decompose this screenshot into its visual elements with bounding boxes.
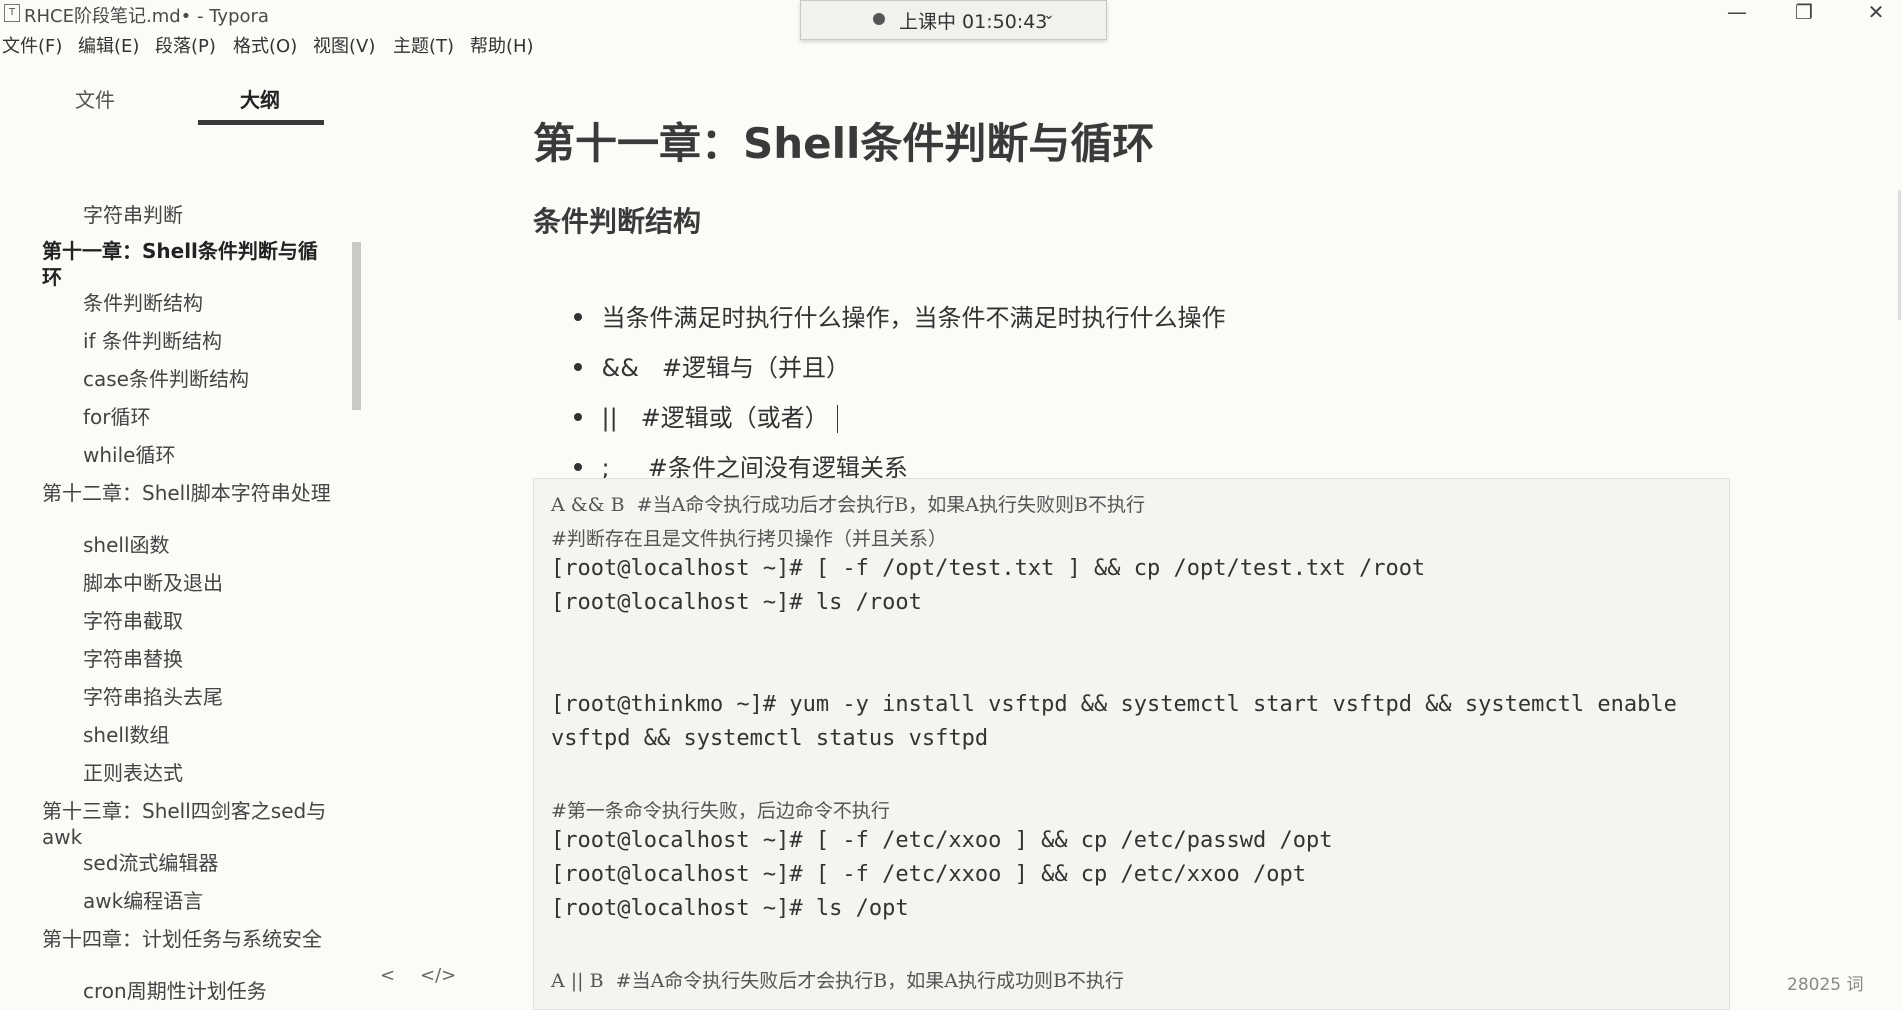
code-line: A || B #当A命令执行失败后才会执行B，如果A执行成功则B不执行: [551, 970, 1124, 992]
code-line: [root@localhost ~]# [ -f /etc/xxoo ] && …: [551, 828, 1333, 853]
minimize-button[interactable]: —: [1707, 0, 1767, 26]
word-count[interactable]: 28025 词: [1787, 970, 1863, 995]
heading-2[interactable]: 条件判断结构: [533, 200, 701, 240]
menu-format[interactable]: 格式(O): [233, 32, 297, 58]
outline-item[interactable]: 第十四章：计划任务与系统安全: [42, 926, 332, 952]
window-title: RHCE阶段笔记.md• - Typora: [24, 6, 269, 27]
editor-scrollbar[interactable]: [1898, 190, 1901, 320]
menu-help[interactable]: 帮助(H): [470, 32, 534, 58]
outline-item[interactable]: 字符串截取: [83, 608, 183, 634]
record-dot-icon: [873, 13, 885, 25]
menu-file[interactable]: 文件(F): [2, 32, 62, 58]
menu-view[interactable]: 视图(V): [313, 32, 375, 58]
outline-item[interactable]: 正则表达式: [83, 760, 183, 786]
outline-item[interactable]: cron周期性计划任务: [83, 978, 267, 1004]
editor: 第十一章：Shell条件判断与循环 条件判断结构 当条件满足时执行什么操作，当条…: [365, 60, 1902, 1010]
outline-item[interactable]: for循环: [83, 404, 151, 430]
outline-item[interactable]: if 条件判断结构: [83, 328, 222, 354]
menu-paragraph[interactable]: 段落(P): [155, 32, 216, 58]
outline-item[interactable]: 字符串判断: [83, 202, 183, 228]
code-line: [root@localhost ~]# ls /opt: [551, 896, 909, 921]
outline-item-active[interactable]: 第十一章：Shell条件判断与循环: [42, 238, 332, 290]
outline-item[interactable]: 脚本中断及退出: [83, 570, 223, 596]
menu-theme[interactable]: 主题(T): [393, 32, 454, 58]
close-button[interactable]: ✕: [1846, 0, 1902, 26]
typora-app-icon: T: [4, 4, 20, 22]
chevron-down-icon[interactable]: ⌄: [1043, 7, 1055, 23]
outline-item[interactable]: case条件判断结构: [83, 366, 249, 392]
outline-item[interactable]: while循环: [83, 442, 175, 468]
code-line: #第一条命令执行失败，后边命令不执行: [551, 800, 890, 822]
outline-item[interactable]: 条件判断结构: [83, 290, 203, 316]
outline-item[interactable]: 字符串替换: [83, 646, 183, 672]
bullet-icon: [573, 463, 582, 471]
code-line: vsftpd && systemctl status vsftpd: [551, 726, 989, 751]
menu-edit[interactable]: 编辑(E): [78, 32, 139, 58]
code-line: [root@localhost ~]# ls /root: [551, 590, 922, 615]
code-line: [root@thinkmo ~]# yum -y install vsftpd …: [551, 692, 1677, 717]
code-line: [root@localhost ~]# [ -f /etc/xxoo ] && …: [551, 862, 1306, 887]
code-line: [root@localhost ~]# [ -f /opt/test.txt ]…: [551, 556, 1426, 581]
heading-1[interactable]: 第十一章：Shell条件判断与循环: [533, 110, 1154, 171]
outline-item[interactable]: shell数组: [83, 722, 170, 748]
outline-item[interactable]: sed流式编辑器: [83, 850, 218, 876]
sidebar: 文件 大纲 字符串判断 第十一章：Shell条件判断与循环 条件判断结构 if …: [0, 60, 456, 1003]
tab-outline[interactable]: 大纲: [240, 84, 280, 113]
sidebar-scrollbar[interactable]: [352, 242, 361, 410]
outline-item[interactable]: awk编程语言: [83, 888, 203, 914]
code-block[interactable]: A && B #当A命令执行成功后才会执行B，如果A执行失败则B不执行 #判断存…: [533, 478, 1730, 1010]
tab-files[interactable]: 文件: [75, 84, 115, 113]
recording-timer: 上课中 01:50:43: [899, 11, 1048, 33]
code-line: #判断存在且是文件执行拷贝操作（并且关系）: [551, 528, 947, 550]
active-tab-indicator: [198, 120, 324, 125]
outline-item[interactable]: 字符串掐头去尾: [83, 684, 223, 710]
code-line: A && B #当A命令执行成功后才会执行B，如果A执行失败则B不执行: [551, 494, 1145, 516]
outline-item[interactable]: 第十三章：Shell四剑客之sed与awk: [42, 798, 332, 850]
outline-item[interactable]: 第十二章：Shell脚本字符串处理: [42, 480, 332, 506]
recording-indicator[interactable]: 上课中 01:50:43 ⌄: [800, 0, 1107, 40]
outline-item[interactable]: shell函数: [83, 532, 170, 558]
maximize-button[interactable]: ❐: [1774, 0, 1834, 26]
